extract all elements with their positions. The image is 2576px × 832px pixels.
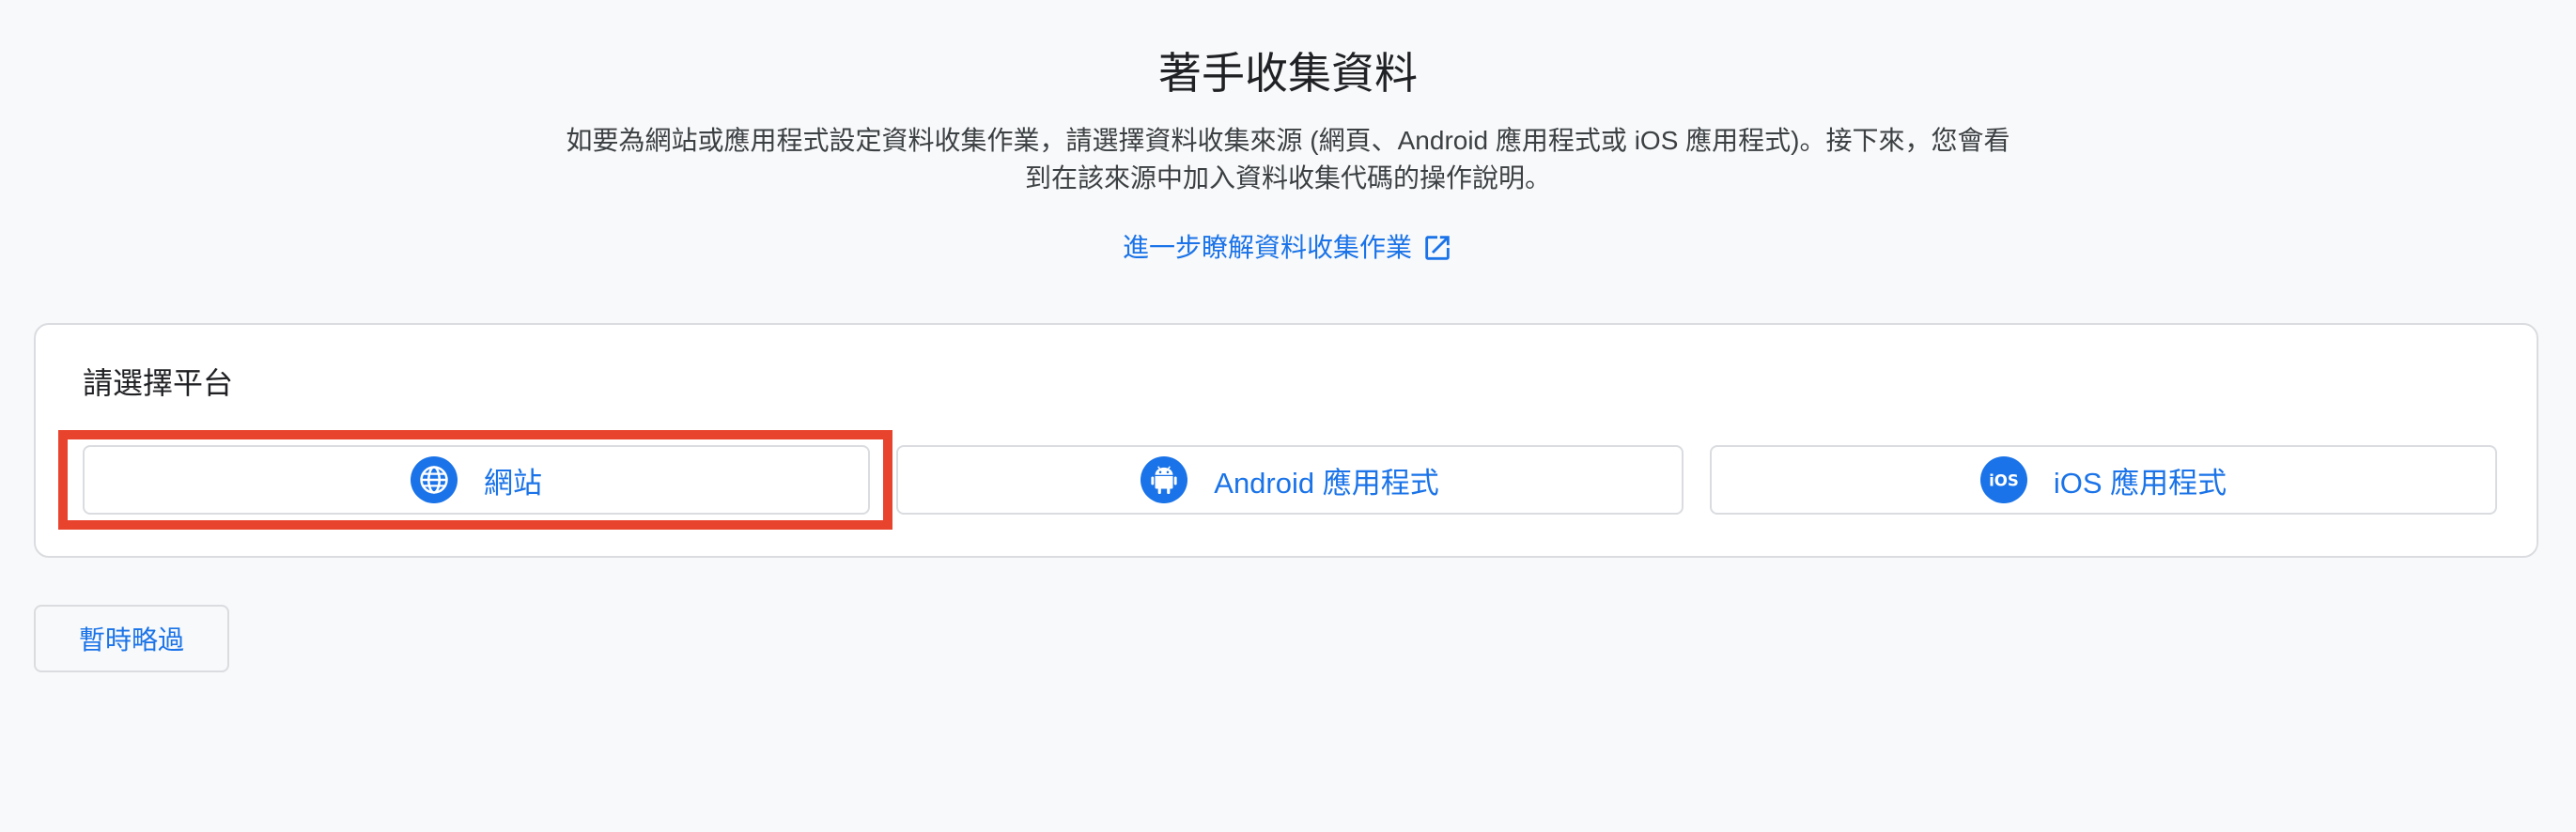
learn-more-link[interactable]: 進一步瞭解資料收集作業	[1123, 229, 1453, 267]
learn-more-label: 進一步瞭解資料收集作業	[1122, 233, 1412, 262]
ios-icon: iOS	[1979, 456, 2027, 503]
page-title: 著手收集資料	[1158, 49, 1418, 98]
platform-selection-card: 請選擇平台 網站 Android 應用程式 iOS iOS 應用程式	[34, 323, 2538, 558]
platform-android-button[interactable]: Android 應用程式	[896, 445, 1684, 515]
description-line-2: 到在該來源中加入資料收集代碼的操作說明。	[1024, 163, 1551, 193]
platform-heading: 請選擇平台	[83, 366, 234, 400]
external-link-icon	[1425, 236, 1450, 260]
svg-text:iOS: iOS	[1989, 471, 2019, 489]
description-line-1: 如要為網站或應用程式設定資料收集作業，請選擇資料收集來源 (網頁、Android…	[566, 126, 2010, 155]
platform-ios-label: iOS 應用程式	[2053, 466, 2227, 500]
page-description: 如要為網站或應用程式設定資料收集作業，請選擇資料收集來源 (網頁、Android…	[526, 122, 2050, 197]
platform-ios-button[interactable]: iOS iOS 應用程式	[1710, 445, 2497, 515]
skip-for-now-button[interactable]: 暫時略過	[34, 605, 229, 672]
globe-icon	[411, 456, 458, 503]
platform-web-label: 網站	[484, 466, 542, 500]
android-icon	[1141, 456, 1188, 503]
learn-more-row: 進一步瞭解資料收集作業	[0, 229, 2576, 267]
platform-android-label: Android 應用程式	[1214, 466, 1439, 500]
platform-web-button[interactable]: 網站	[83, 445, 870, 515]
